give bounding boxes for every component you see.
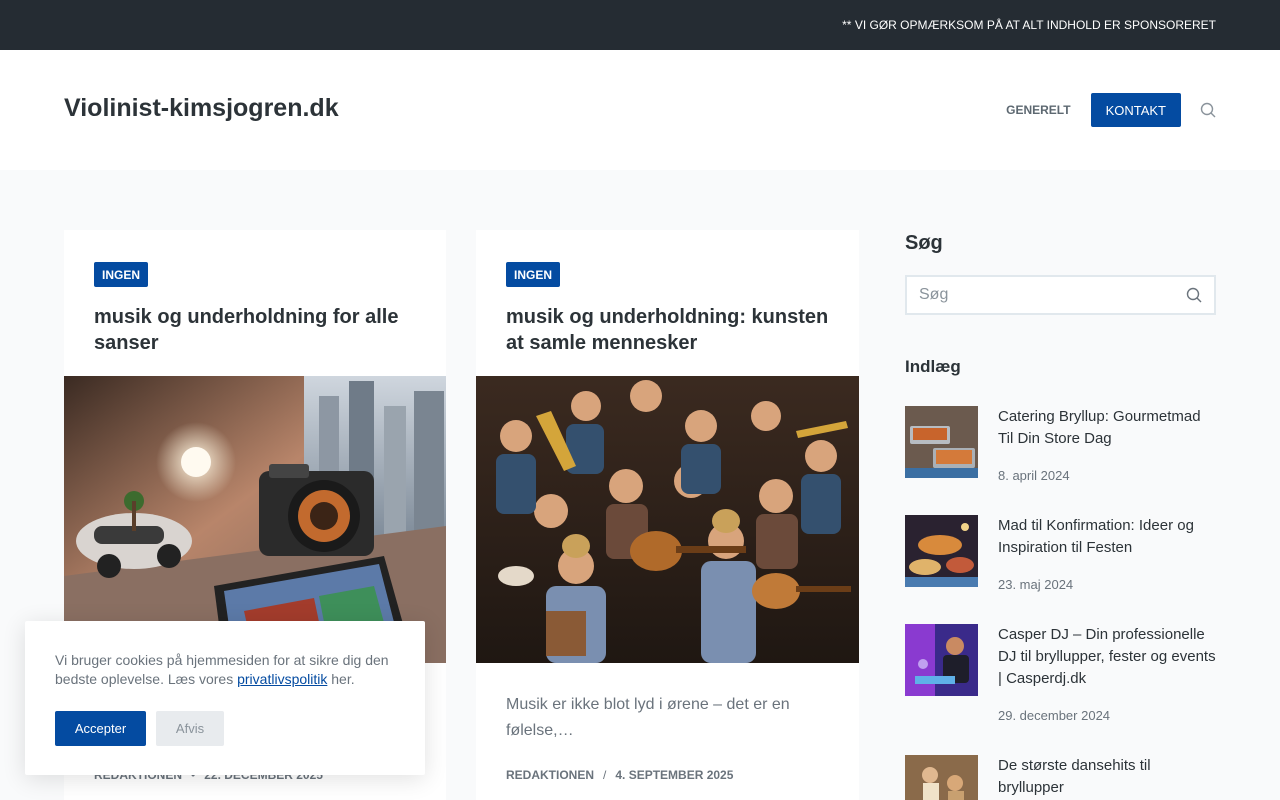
sidebar: Søg Indlæg Catering Bryllup: [905, 232, 1216, 800]
post-date: 29. december 2024 [998, 708, 1111, 723]
category-badge[interactable]: INGEN [94, 262, 149, 287]
nav-item-kontakt[interactable]: KONTAKT [1090, 93, 1181, 127]
post-date: 8. april 2024 [998, 468, 1070, 483]
post-link[interactable]: Catering Bryllup: Gourmetmad Til Din Sto… [998, 406, 1218, 450]
dance-thumbnail [905, 755, 978, 800]
cookie-text-after: her. [327, 671, 355, 687]
post-text: Catering Bryllup: Gourmetmad Til Din Sto… [998, 406, 1218, 483]
post-thumbnail[interactable] [905, 406, 978, 478]
post-date: 23. maj 2024 [998, 577, 1074, 592]
post-text: Mad til Konfirmation: Ideer og Inspirati… [998, 515, 1218, 592]
camera-tablet-illustration [64, 376, 446, 663]
posts-widget-title: Indlæg [905, 357, 961, 376]
post-image[interactable] [64, 376, 446, 663]
post-thumbnail[interactable] [905, 624, 978, 696]
post-link[interactable]: Casper DJ – Din professionelle DJ til br… [998, 624, 1218, 690]
cookie-text: Vi bruger cookies på hjemmesiden for at … [55, 651, 395, 689]
cookie-banner: Vi bruger cookies på hjemmesiden for at … [25, 621, 425, 775]
catering-thumbnail [905, 406, 978, 478]
top-notice-bar: ** VI GØR OPMÆRKSOM PÅ AT ALT INDHOLD ER… [0, 0, 1280, 50]
meta-separator: / [603, 768, 607, 782]
musicians-crowd-illustration [476, 376, 859, 663]
post-title[interactable]: musik og underholdning: kunsten at samle… [506, 304, 836, 356]
post-title[interactable]: musik og underholdning for alle sanser [94, 304, 424, 356]
food-thumbnail [905, 515, 978, 587]
search-icon[interactable] [1200, 102, 1216, 118]
search-widget-title: Søg [905, 232, 943, 254]
accept-button[interactable]: Accepter [55, 711, 146, 746]
post-link[interactable]: De største dansehits til bryllupper [998, 755, 1218, 799]
post-image[interactable] [476, 376, 859, 663]
nav-item-generelt[interactable]: GENERELT [1006, 103, 1070, 117]
privacy-policy-link[interactable]: privatlivspolitik [237, 671, 327, 687]
post-meta: REDAKTIONEN / 4. SEPTEMBER 2025 [506, 768, 733, 782]
post-thumbnail[interactable] [905, 515, 978, 587]
post-excerpt: Musik er ikke blot lyd i ørene – det er … [506, 696, 790, 739]
search-icon[interactable] [1186, 287, 1202, 303]
post-text: De største dansehits til bryllupper [998, 755, 1218, 799]
cookie-buttons: Accepter Afvis [55, 711, 395, 746]
post-author[interactable]: REDAKTIONEN [506, 768, 594, 782]
sponsored-notice: ** VI GØR OPMÆRKSOM PÅ AT ALT INDHOLD ER… [842, 18, 1216, 32]
site-header: Violinist-kimsjogren.dk GENERELT KONTAKT [0, 50, 1280, 170]
post-thumbnail[interactable] [905, 755, 978, 800]
main-nav: GENERELT KONTAKT [1006, 93, 1216, 127]
site-title[interactable]: Violinist-kimsjogren.dk [64, 94, 339, 123]
search-input[interactable] [919, 286, 1186, 304]
decline-button[interactable]: Afvis [156, 711, 224, 746]
sidebar-search-box [905, 275, 1216, 315]
category-badge[interactable]: INGEN [506, 262, 561, 287]
post-date: 4. SEPTEMBER 2025 [615, 768, 734, 782]
post-card: INGEN musik og underholdning: kunsten at… [476, 230, 859, 800]
post-text: Casper DJ – Din professionelle DJ til br… [998, 624, 1218, 723]
dj-thumbnail [905, 624, 978, 696]
post-link[interactable]: Mad til Konfirmation: Ideer og Inspirati… [998, 515, 1218, 559]
